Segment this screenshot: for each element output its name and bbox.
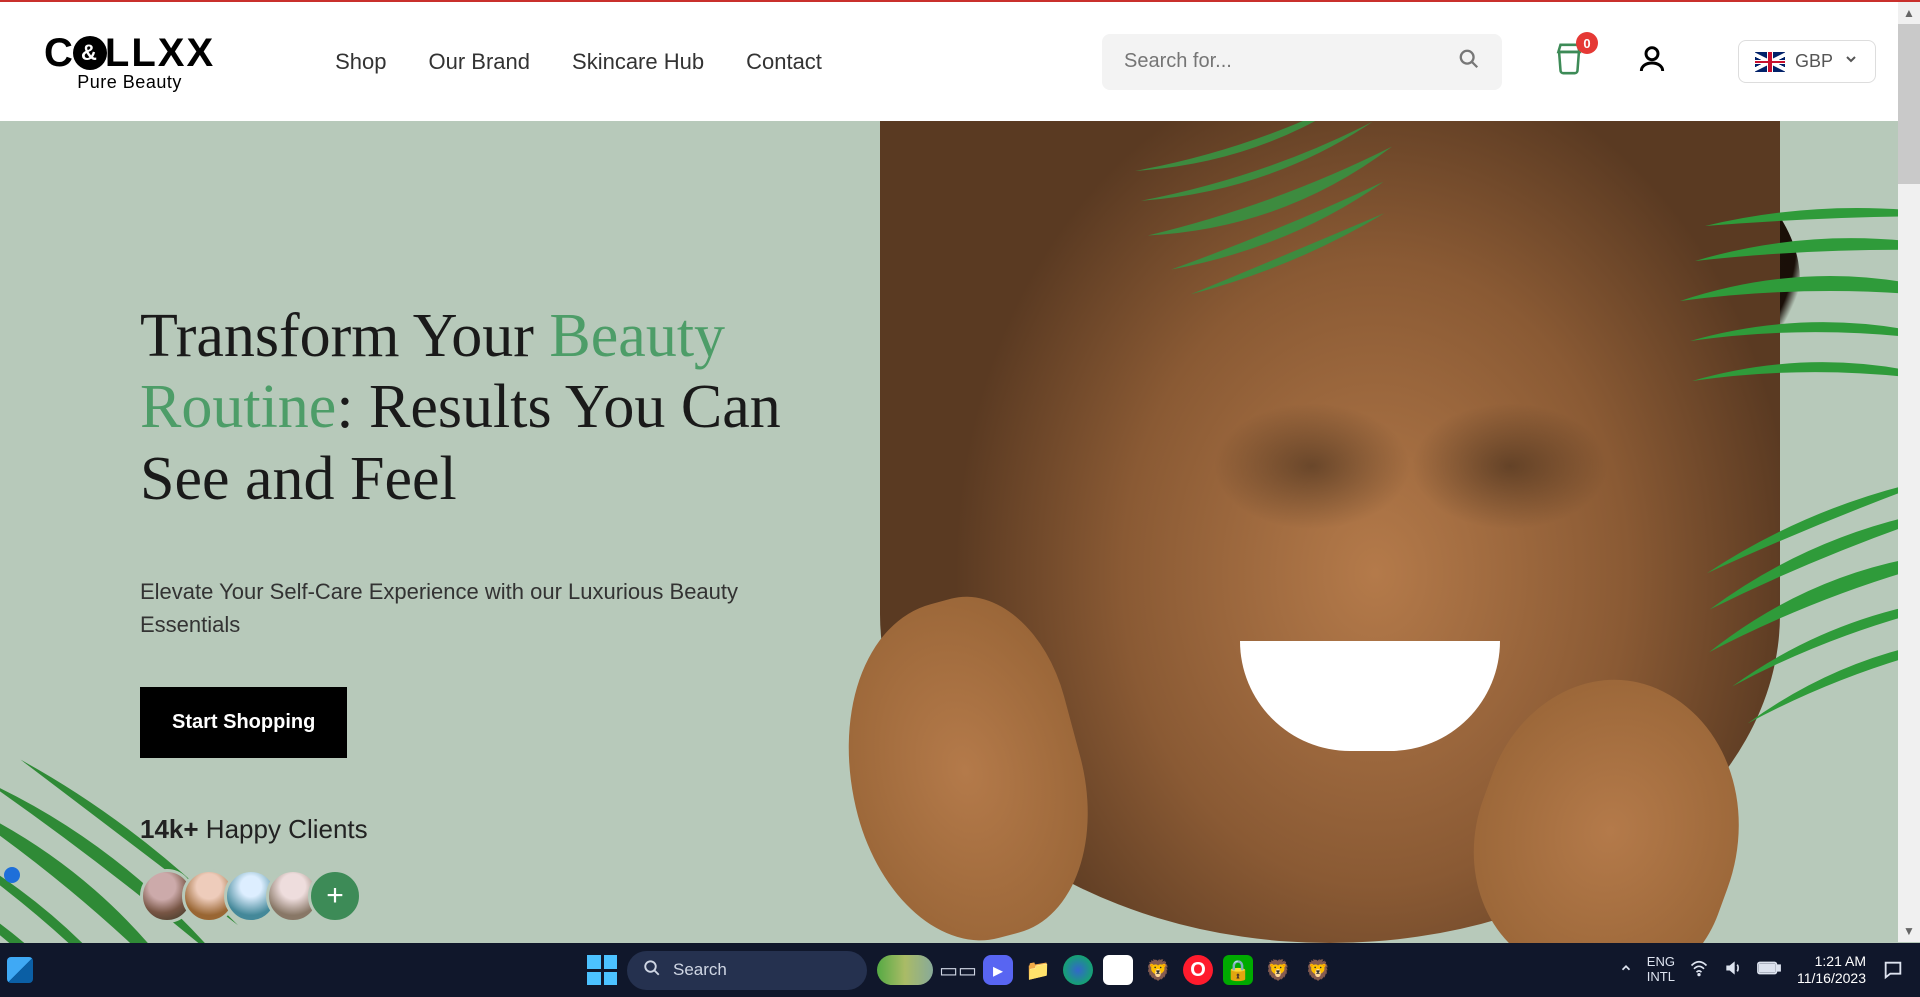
taskbar-center: Search ▭▭ ▸ 📁 🦁 O 🔒 🦁 🦁 <box>587 951 1333 990</box>
header-actions: 0 GBP <box>1552 40 1876 83</box>
hero-title-pre: Transform Your <box>140 302 549 370</box>
ampersand-icon: & <box>73 36 107 70</box>
system-tray: ENG INTL <box>1619 955 1781 985</box>
lang-top: ENG <box>1647 955 1675 970</box>
scroll-down-button[interactable]: ▼ <box>1898 920 1920 942</box>
taskbar-search[interactable]: Search <box>627 951 867 990</box>
search-icon[interactable] <box>1458 48 1480 76</box>
happy-clients-stat: 14k+ Happy Clients <box>140 814 840 845</box>
account-button[interactable] <box>1636 43 1668 80</box>
hero-subtitle: Elevate Your Self-Care Experience with o… <box>140 575 760 641</box>
cart-button[interactable]: 0 <box>1552 42 1586 81</box>
language-button[interactable]: ENG INTL <box>1647 955 1675 985</box>
start-button[interactable] <box>587 955 617 985</box>
tray-overflow-button[interactable] <box>1619 961 1633 979</box>
clock-button[interactable]: 1:21 AM 11/16/2023 <box>1797 953 1866 987</box>
page-scrollbar[interactable]: ▲ ▼ <box>1898 2 1920 942</box>
more-avatars-button[interactable]: + <box>308 869 362 923</box>
widgets-button[interactable] <box>0 957 40 983</box>
search-box[interactable] <box>1102 34 1502 90</box>
start-shopping-button[interactable]: Start Shopping <box>140 687 347 758</box>
task-view-button[interactable]: ▭▭ <box>943 955 973 985</box>
battery-icon[interactable] <box>1757 960 1781 980</box>
search-input[interactable] <box>1124 50 1458 73</box>
brand-name-left: C <box>44 31 75 76</box>
currency-selector[interactable]: GBP <box>1738 40 1876 83</box>
taskbar-right: ENG INTL 1:21 AM 11/16/2023 <box>1619 953 1920 987</box>
stat-label: Happy Clients <box>199 814 368 844</box>
chevron-down-icon <box>1843 51 1859 72</box>
overlay-indicator-icon <box>4 867 20 883</box>
scroll-thumb[interactable] <box>1898 24 1920 184</box>
search-icon <box>643 959 661 982</box>
nav-contact[interactable]: Contact <box>746 49 822 75</box>
taskbar-app-explorer[interactable]: 📁 <box>1023 955 1053 985</box>
taskbar-app-chat[interactable]: ▸ <box>983 955 1013 985</box>
hero-section: Transform Your Beauty Routine: Results Y… <box>0 121 1920 943</box>
brand-wordmark: C & LLXX <box>44 31 215 76</box>
brand-name-right: LLXX <box>105 31 215 76</box>
hero-copy: Transform Your Beauty Routine: Results Y… <box>140 301 840 923</box>
taskbar-app-opera[interactable]: O <box>1183 955 1213 985</box>
currency-code: GBP <box>1795 51 1833 72</box>
taskbar-app-brave[interactable]: 🦁 <box>1143 955 1173 985</box>
taskbar-app-security[interactable]: 🔒 <box>1223 955 1253 985</box>
lang-bottom: INTL <box>1647 970 1675 985</box>
wifi-icon[interactable] <box>1689 958 1709 982</box>
taskbar-app-edge[interactable] <box>1063 955 1093 985</box>
brand-tagline: Pure Beauty <box>77 72 182 93</box>
hero-title-accent-2: Routine <box>140 373 336 441</box>
nav-our-brand[interactable]: Our Brand <box>429 49 531 75</box>
copilot-button[interactable] <box>877 955 933 985</box>
taskbar-search-label: Search <box>673 960 727 980</box>
uk-flag-icon <box>1755 52 1785 72</box>
primary-nav: Shop Our Brand Skincare Hub Contact <box>335 49 822 75</box>
hero-title-accent-1: Beauty <box>549 302 725 370</box>
scroll-up-button[interactable]: ▲ <box>1898 2 1920 24</box>
clock-time: 1:21 AM <box>1815 953 1866 970</box>
taskbar-app-brave-beta[interactable]: 🦁 <box>1263 955 1293 985</box>
site-header: C & LLXX Pure Beauty Shop Our Brand Skin… <box>0 2 1920 121</box>
clock-date: 11/16/2023 <box>1797 970 1866 987</box>
stat-count: 14k+ <box>140 814 199 844</box>
client-avatars: + <box>140 869 840 923</box>
brand-logo[interactable]: C & LLXX Pure Beauty <box>44 31 215 93</box>
widgets-icon <box>7 957 33 983</box>
taskbar-app-store[interactable] <box>1103 955 1133 985</box>
volume-icon[interactable] <box>1723 958 1743 982</box>
hero-title: Transform Your Beauty Routine: Results Y… <box>140 301 840 515</box>
notifications-button[interactable] <box>1882 959 1904 981</box>
nav-shop[interactable]: Shop <box>335 49 386 75</box>
windows-taskbar: Search ▭▭ ▸ 📁 🦁 O 🔒 🦁 🦁 ENG INTL 1:21 AM… <box>0 943 1920 997</box>
cart-count-badge: 0 <box>1576 32 1598 54</box>
taskbar-app-brave-nightly[interactable]: 🦁 <box>1303 955 1333 985</box>
nav-skincare-hub[interactable]: Skincare Hub <box>572 49 704 75</box>
